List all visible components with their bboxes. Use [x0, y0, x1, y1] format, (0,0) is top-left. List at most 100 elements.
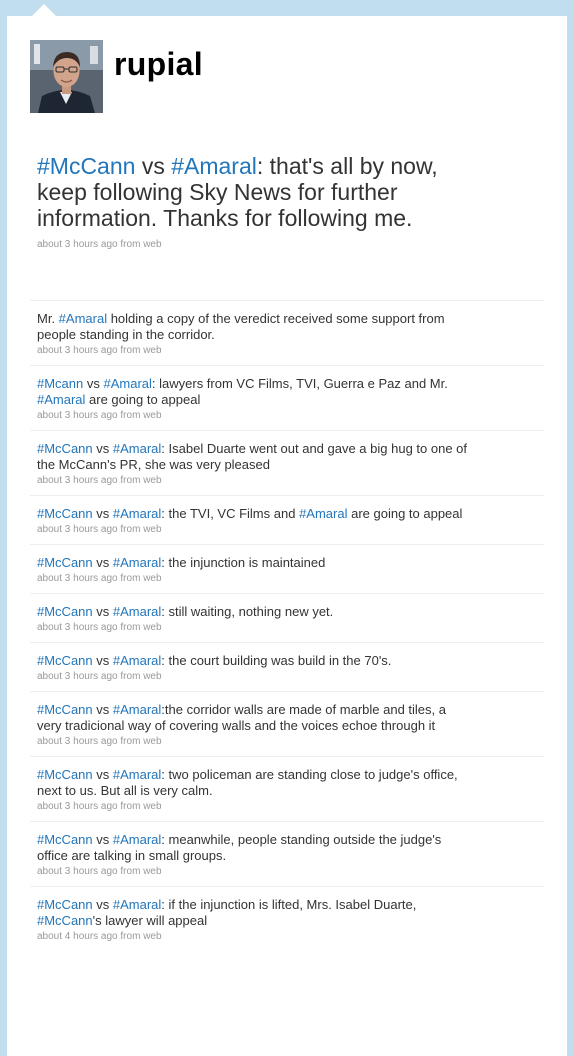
hashtag-link[interactable]: #McCann	[37, 897, 93, 912]
tweet-text: Mr. #Amaral holding a copy of the veredi…	[37, 311, 469, 343]
tweet-source[interactable]: web	[143, 622, 161, 633]
tweet-text-segment: vs	[92, 441, 113, 456]
hashtag-link[interactable]: #Amaral	[37, 392, 85, 407]
tweet-timestamp[interactable]: about 3 hours ago	[37, 866, 118, 877]
hashtag-link[interactable]: #McCann	[37, 441, 93, 456]
hashtag-link[interactable]: #McCann	[37, 702, 93, 717]
tweet-source[interactable]: web	[143, 931, 161, 942]
tweet-item: #McCann vs #Amaral: if the injunction is…	[30, 886, 544, 951]
tweet-item: #McCann vs #Amaral: the injunction is ma…	[30, 544, 544, 593]
meta-from-label: from	[117, 345, 144, 356]
featured-tweet: #McCann vs #Amaral: that's all by now, k…	[37, 153, 467, 251]
tweet-text-segment: vs	[92, 897, 113, 912]
hashtag-link[interactable]: #McCann	[37, 153, 135, 179]
tweet-meta: about 3 hours ago from web	[37, 736, 544, 748]
tweet-meta: about 3 hours ago from web	[37, 866, 544, 878]
hashtag-link[interactable]: #McCann	[37, 913, 93, 928]
tweet-timestamp[interactable]: about 3 hours ago	[37, 573, 118, 584]
hashtag-link[interactable]: #Amaral	[113, 506, 161, 521]
tweet-text: #McCann vs #Amaral: still waiting, nothi…	[37, 604, 469, 620]
tweet-source[interactable]: web	[143, 736, 161, 747]
tweet-source[interactable]: web	[143, 866, 161, 877]
meta-from-label: from	[117, 573, 144, 584]
tweet-text: #McCann vs #Amaral: the injunction is ma…	[37, 555, 469, 571]
tweet-timestamp[interactable]: about 3 hours ago	[37, 801, 118, 812]
tweet-source[interactable]: web	[143, 801, 161, 812]
hashtag-link[interactable]: #Amaral	[113, 832, 161, 847]
hashtag-link[interactable]: #Amaral	[113, 604, 161, 619]
avatar[interactable]	[30, 40, 103, 113]
screen-name[interactable]: rupial	[114, 46, 203, 83]
tweet-meta: about 3 hours ago from web	[37, 410, 544, 422]
hashtag-link[interactable]: #Amaral	[171, 153, 257, 179]
tweet-timestamp[interactable]: about 3 hours ago	[37, 410, 118, 421]
tweet-meta: about 3 hours ago from web	[37, 671, 544, 683]
hashtag-link[interactable]: #Amaral	[113, 767, 161, 782]
tweet-source[interactable]: web	[143, 671, 161, 682]
tweet-text-segment: vs	[92, 653, 113, 668]
hashtag-link[interactable]: #McCann	[37, 832, 93, 847]
hashtag-link[interactable]: #McCann	[37, 653, 93, 668]
tweet-text-segment: vs	[92, 555, 113, 570]
tweet-text-segment: are going to appeal	[347, 506, 463, 521]
hashtag-link[interactable]: #Amaral	[113, 555, 161, 570]
hashtag-link[interactable]: #Mcann	[37, 376, 83, 391]
tweet-text-segment: vs	[135, 153, 172, 179]
hashtag-link[interactable]: #Amaral	[113, 702, 161, 717]
hashtag-link[interactable]: #McCann	[37, 555, 93, 570]
hashtag-link[interactable]: #Amaral	[299, 506, 347, 521]
tweet-timestamp[interactable]: about 3 hours ago	[37, 475, 118, 486]
tweet-source[interactable]: web	[143, 345, 161, 356]
tweet-source[interactable]: web	[143, 410, 161, 421]
tweet-meta: about 3 hours ago from web	[37, 801, 544, 813]
hashtag-link[interactable]: #Amaral	[113, 897, 161, 912]
tweet-source[interactable]: web	[143, 475, 161, 486]
tweet-text-segment: : the injunction is maintained	[161, 555, 326, 570]
tweet-meta: about 3 hours ago from web	[37, 239, 467, 251]
meta-from-label: from	[117, 524, 144, 535]
tweet-timestamp[interactable]: about 3 hours ago	[37, 239, 118, 250]
meta-from-label: from	[117, 736, 144, 747]
tweet-text-segment: vs	[92, 604, 113, 619]
tweet-text-segment: are going to appeal	[85, 392, 201, 407]
card-pointer	[32, 4, 56, 16]
meta-from-label: from	[117, 475, 144, 486]
hashtag-link[interactable]: #Amaral	[113, 653, 161, 668]
tweet-text-segment: vs	[92, 702, 113, 717]
meta-from-label: from	[120, 239, 141, 250]
tweet-timestamp[interactable]: about 3 hours ago	[37, 345, 118, 356]
hashtag-link[interactable]: #Amaral	[59, 311, 107, 326]
tweet-text-segment: : lawyers from VC Films, TVI, Guerra e P…	[151, 376, 448, 391]
hashtag-link[interactable]: #McCann	[37, 604, 93, 619]
tweet-text: #McCann vs #Amaral:the corridor walls ar…	[37, 702, 469, 734]
tweet-timestamp[interactable]: about 3 hours ago	[37, 622, 118, 633]
tweet-text: #McCann vs #Amaral: two policeman are st…	[37, 767, 469, 799]
tweet-item: #Mcann vs #Amaral: lawyers from VC Films…	[30, 365, 544, 430]
hashtag-link[interactable]: #Amaral	[103, 376, 151, 391]
tweet-text-segment: : the court building was build in the 70…	[161, 653, 392, 668]
tweet-source[interactable]: web	[143, 524, 161, 535]
tweet-text-segment: : the TVI, VC Films and	[161, 506, 300, 521]
tweet-timestamp[interactable]: about 4 hours ago	[37, 931, 118, 942]
tweet-text: #Mcann vs #Amaral: lawyers from VC Films…	[37, 376, 469, 408]
tweet-source[interactable]: web	[143, 573, 161, 584]
tweet-text-segment: 's lawyer will appeal	[92, 913, 208, 928]
meta-from-label: from	[117, 622, 144, 633]
tweet-text: #McCann vs #Amaral: if the injunction is…	[37, 897, 469, 929]
tweet-meta: about 3 hours ago from web	[37, 622, 544, 634]
tweet-meta: about 3 hours ago from web	[37, 524, 544, 536]
tweet-text-segment: vs	[92, 506, 113, 521]
featured-tweet-text: #McCann vs #Amaral: that's all by now, k…	[37, 153, 467, 231]
hashtag-link[interactable]: #Amaral	[113, 441, 161, 456]
tweet-timestamp[interactable]: about 3 hours ago	[37, 736, 118, 747]
tweet-source[interactable]: web	[143, 239, 161, 250]
tweet-text: #McCann vs #Amaral: the TVI, VC Films an…	[37, 506, 469, 522]
hashtag-link[interactable]: #McCann	[37, 767, 93, 782]
tweet-timestamp[interactable]: about 3 hours ago	[37, 524, 118, 535]
tweet-text: #McCann vs #Amaral: Isabel Duarte went o…	[37, 441, 469, 473]
tweet-item: #McCann vs #Amaral: still waiting, nothi…	[30, 593, 544, 642]
tweet-timestamp[interactable]: about 3 hours ago	[37, 671, 118, 682]
tweet-list: Mr. #Amaral holding a copy of the veredi…	[30, 300, 544, 951]
timeline-card: rupial #McCann vs #Amaral: that's all by…	[7, 16, 567, 1056]
hashtag-link[interactable]: #McCann	[37, 506, 93, 521]
